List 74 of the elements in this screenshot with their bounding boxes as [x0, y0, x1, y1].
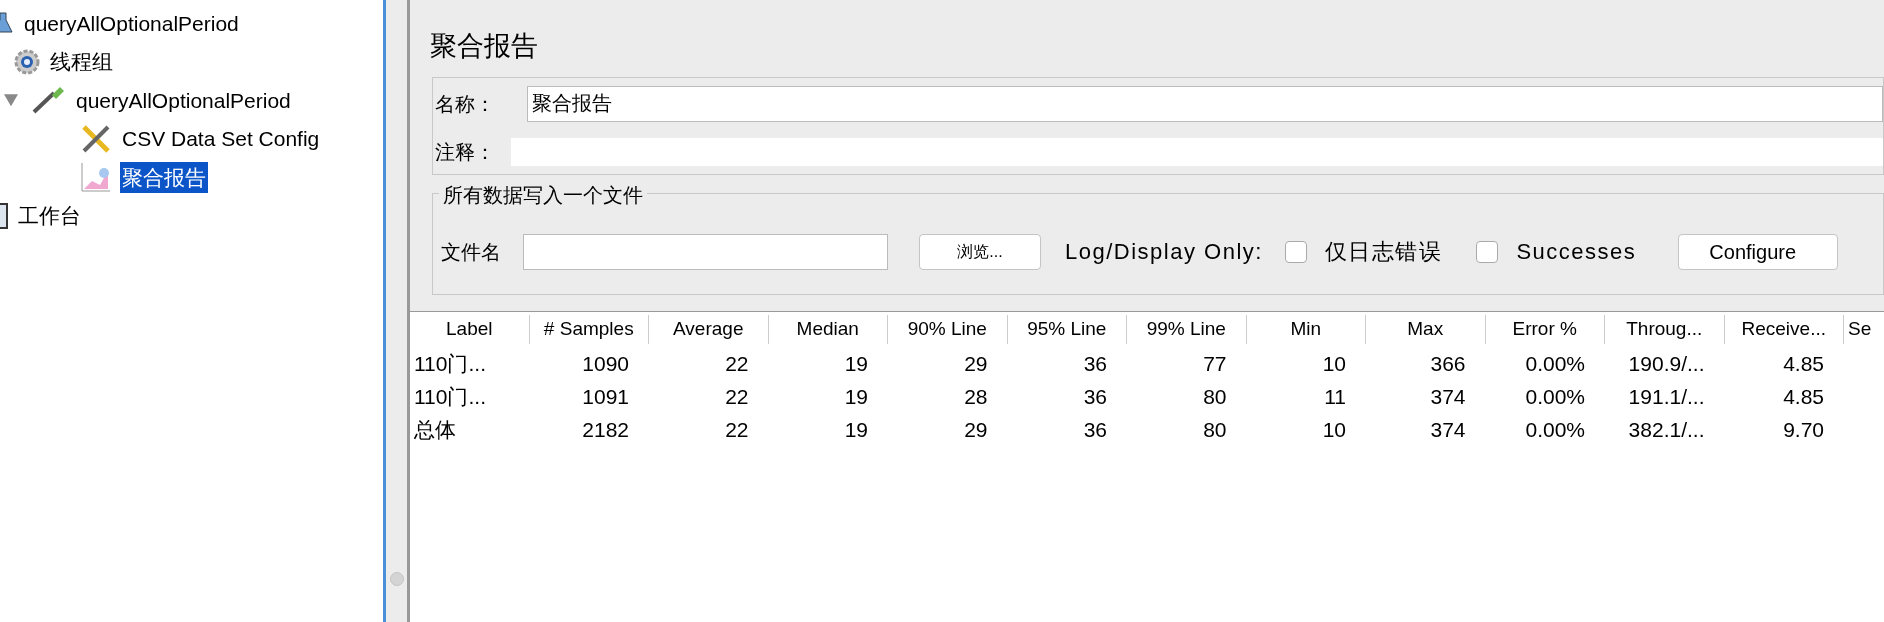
configure-button[interactable]: Configure [1678, 233, 1839, 270]
column-header[interactable]: Max [1366, 315, 1486, 344]
table-cell-text: 4.85 [1782, 351, 1825, 378]
tree-item[interactable]: 线程组 [48, 46, 115, 78]
table-cell-text: 36 [1082, 351, 1108, 378]
table-cell-text: 22 [724, 384, 750, 411]
table-cell-text: 19 [843, 417, 869, 444]
column-header[interactable]: Min [1246, 315, 1366, 344]
tools-icon [80, 122, 112, 155]
checkbox-label: 仅日志错误 [1324, 238, 1443, 266]
name-field[interactable]: 聚合报告 [527, 85, 1883, 122]
browse-button[interactable]: 浏览... [919, 233, 1041, 270]
comment-label: 注释： [435, 139, 496, 165]
table-cell-text: 19 [843, 351, 869, 378]
checkbox[interactable] [1284, 240, 1307, 263]
table-cell-text: 77 [1202, 351, 1228, 378]
tree-item[interactable]: queryAllOptionalPeriod [22, 7, 241, 39]
table-cell-text: 10 [1321, 351, 1347, 378]
table-cell-text: 36 [1082, 417, 1108, 444]
table-cell-text: 22 [724, 351, 750, 378]
tree-item[interactable]: queryAllOptionalPeriod [74, 84, 293, 116]
column-header[interactable]: 90% Line [888, 315, 1008, 344]
table-cell-text: 80 [1202, 417, 1228, 444]
table-cell-text: 总体 [413, 417, 457, 444]
table-cell-text: 80 [1202, 384, 1228, 411]
checkbox[interactable] [1476, 240, 1499, 263]
table-cell-text: 1090 [581, 351, 630, 378]
column-header[interactable]: Median [768, 315, 888, 344]
file-name-label: 文件名 [441, 239, 502, 265]
table-cell-text: 19 [843, 384, 869, 411]
column-header[interactable]: Se [1844, 315, 1884, 344]
table-cell-text: 0.00% [1524, 417, 1586, 444]
splitter-handle[interactable] [389, 572, 404, 586]
table-cell-text: 374 [1429, 384, 1467, 411]
column-header[interactable]: Average [649, 315, 769, 344]
table-cell-text: 29 [963, 417, 989, 444]
column-header[interactable]: # Samples [529, 315, 649, 344]
tree-item[interactable]: 聚合报告 [120, 161, 208, 193]
column-header[interactable]: 95% Line [1007, 315, 1127, 344]
checkbox-label: Successes [1516, 238, 1637, 266]
table-cell-text: 110门... [413, 384, 487, 411]
table-cell-text: 110门... [413, 351, 487, 378]
pipette-icon [30, 85, 66, 116]
gear-icon [14, 48, 40, 75]
table-cell-text: 382.1/... [1627, 417, 1706, 444]
table-cell-text: 374 [1429, 417, 1467, 444]
table-cell-text: 190.9/... [1627, 351, 1706, 378]
table-cell-text: 36 [1082, 384, 1108, 411]
table-cell-text: 1091 [581, 384, 630, 411]
panel-title: 聚合报告 [430, 31, 538, 61]
table-cell-text: 28 [963, 384, 989, 411]
table-cell-text: 22 [724, 417, 750, 444]
table-cell-text: 10 [1321, 417, 1347, 444]
column-header[interactable]: Throug... [1605, 315, 1725, 344]
chart-icon [80, 161, 112, 194]
column-header[interactable]: Label [410, 315, 530, 344]
tree-item[interactable]: 工作台 [16, 200, 83, 232]
table-cell-text: 9.70 [1782, 417, 1825, 444]
table-cell-text: 0.00% [1524, 384, 1586, 411]
file-name-field[interactable] [523, 233, 888, 270]
table-cell-text: 2182 [581, 417, 630, 444]
table-cell-text: 366 [1429, 351, 1467, 378]
comment-field[interactable] [511, 137, 1883, 166]
name-label: 名称： [435, 91, 496, 117]
table-cell-text: 11 [1323, 384, 1347, 411]
table-cell-text: 191.1/... [1627, 384, 1706, 411]
table-cell-text: 29 [963, 351, 989, 378]
column-header[interactable]: Error % [1485, 315, 1605, 344]
table-cell-text: 4.85 [1782, 384, 1825, 411]
log-display-label: Log/Display Only: [1065, 238, 1263, 266]
table-cell-text: 0.00% [1524, 351, 1586, 378]
column-header[interactable]: 99% Line [1127, 315, 1247, 344]
column-header[interactable]: Receive... [1724, 315, 1844, 344]
tree-item[interactable]: CSV Data Set Config [120, 123, 322, 155]
